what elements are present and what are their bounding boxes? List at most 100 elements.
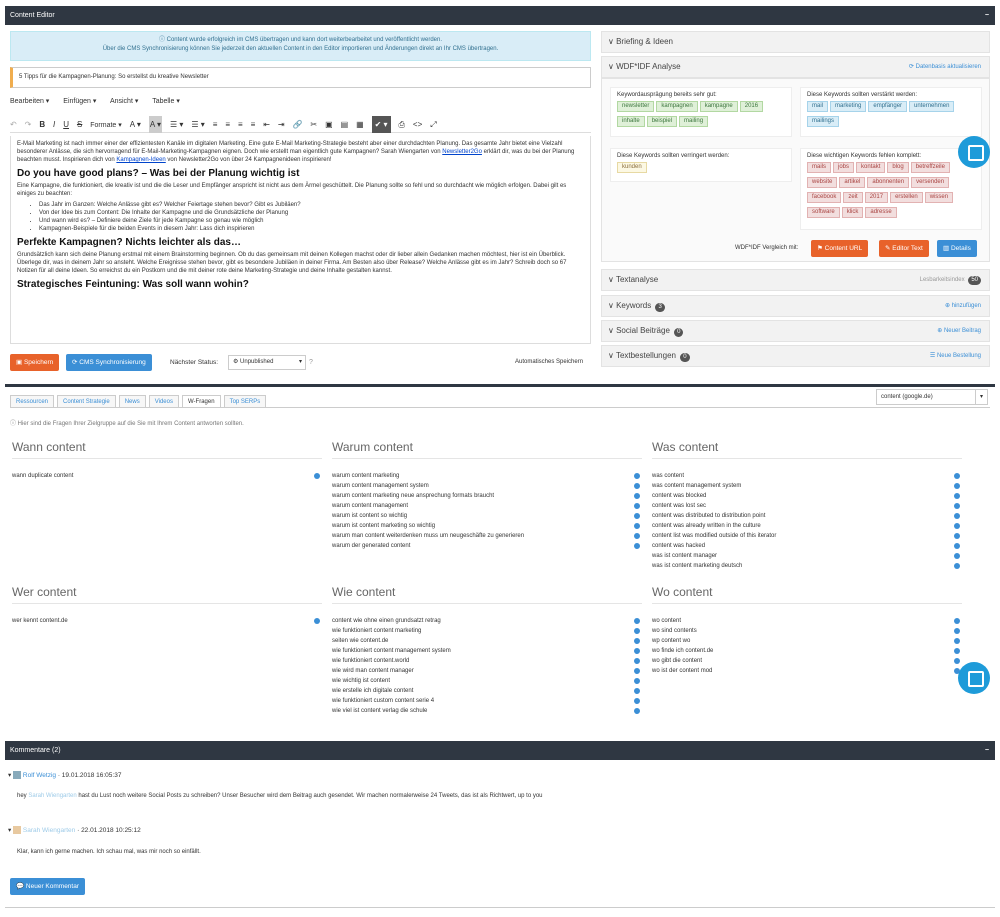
collapse-icon[interactable]: ▾ [8, 827, 11, 834]
question-item[interactable]: wie funktioniert content marketing [332, 626, 421, 636]
question-item[interactable]: was ist content manager [652, 551, 717, 561]
bold-icon[interactable]: B [39, 116, 45, 133]
underline-icon[interactable]: U [63, 116, 69, 133]
question-item[interactable]: warum ist content marketing so wichtig [332, 521, 435, 531]
collapse-icon[interactable]: ▾ [8, 772, 11, 779]
question-item[interactable]: warum content marketing [332, 471, 399, 481]
question-item[interactable]: content was already written in the cultu… [652, 521, 761, 531]
question-item[interactable]: seiten wie content.de [332, 636, 388, 646]
question-item[interactable]: warum content marketing neue ansprechung… [332, 491, 494, 501]
add-question-icon[interactable] [954, 473, 960, 479]
add-question-icon[interactable] [954, 618, 960, 624]
add-question-icon[interactable] [634, 513, 640, 519]
details-button[interactable]: ▥ Details [937, 240, 977, 257]
add-question-icon[interactable] [634, 688, 640, 694]
question-item[interactable]: content list was modified outside of thi… [652, 531, 776, 541]
question-item[interactable]: wo sind contents [652, 626, 697, 636]
formats-dropdown[interactable]: Formate ▾ [90, 117, 122, 134]
comment-author[interactable]: Rolf Wetzig [23, 772, 56, 779]
question-item[interactable]: content was lost sec [652, 501, 706, 511]
question-item[interactable]: wie erstelle ich digitale content [332, 686, 413, 696]
add-question-icon[interactable] [954, 553, 960, 559]
question-item[interactable]: wie wird man content manager [332, 666, 414, 676]
question-item[interactable]: wie funktioniert custom content serie 4 [332, 696, 434, 706]
question-item[interactable]: wo ist der content mod [652, 666, 712, 676]
textanalyse-accordion[interactable]: ∨ Textanalyse Lesbarkeitsindex 50 [601, 269, 990, 291]
add-question-icon[interactable] [634, 503, 640, 509]
add-question-icon[interactable] [634, 648, 640, 654]
new-comment-button[interactable]: 💬 Neuer Kommentar [10, 878, 86, 895]
add-question-icon[interactable] [634, 483, 640, 489]
question-item[interactable]: wp content wo [652, 636, 690, 646]
briefing-accordion[interactable]: ∨ Briefing & Ideen [601, 31, 990, 53]
mention[interactable]: Sarah Wiengarten [28, 793, 76, 799]
print-icon[interactable]: ⎙ [399, 116, 405, 133]
keywords-accordion[interactable]: ∨ Keywords 3 ⊕ hinzufügen [601, 295, 990, 317]
question-item[interactable]: wer kennt content.de [12, 616, 68, 626]
minimize-icon[interactable]: − [985, 741, 989, 760]
social-accordion[interactable]: ∨ Social Beiträge 0 ⊕ Neuer Beitrag [601, 320, 990, 342]
question-item[interactable]: content wie ohne einen grundsatzt retrag [332, 616, 441, 626]
add-question-icon[interactable] [634, 473, 640, 479]
question-item[interactable]: was content management system [652, 481, 741, 491]
link[interactable]: Kampagnen-Ideen [116, 157, 165, 163]
link-icon[interactable]: 🔗 [293, 116, 303, 133]
strikethrough-icon[interactable]: S [77, 116, 82, 133]
status-select[interactable]: ⚙ Unpublished ▾ [228, 355, 306, 370]
media-icon[interactable]: ▤ [341, 116, 349, 133]
image-icon[interactable]: ▣ [325, 116, 333, 133]
add-question-icon[interactable] [634, 638, 640, 644]
add-question-icon[interactable] [634, 628, 640, 634]
add-question-icon[interactable] [954, 533, 960, 539]
question-item[interactable]: warum ist content so wichtig [332, 511, 407, 521]
add-question-icon[interactable] [954, 503, 960, 509]
outdent-icon[interactable]: ⇤ [263, 116, 270, 133]
title-input[interactable]: 5 Tipps für die Kampagnen-Planung: So er… [10, 67, 591, 88]
wdf-accordion[interactable]: ∨ WDF*IDF Analyse ⟳ Datenbasis aktualisi… [601, 56, 990, 78]
question-item[interactable]: wann duplicate content [12, 471, 73, 481]
add-question-icon[interactable] [954, 483, 960, 489]
comment-author[interactable]: Sarah Wiengarten [23, 827, 75, 834]
add-question-icon[interactable] [954, 638, 960, 644]
add-question-icon[interactable] [954, 563, 960, 569]
add-question-icon[interactable] [954, 493, 960, 499]
add-question-icon[interactable] [634, 618, 640, 624]
undo-icon[interactable]: ↶ [10, 116, 17, 133]
question-item[interactable]: wo finde ich content.de [652, 646, 713, 656]
question-item[interactable]: warum content management [332, 501, 408, 511]
add-question-icon[interactable] [954, 658, 960, 664]
spellcheck-icon[interactable]: ✔ ▾ [371, 116, 391, 133]
bullet-list-icon[interactable]: ☰ ▾ [170, 116, 183, 133]
redo-icon[interactable]: ↷ [25, 116, 32, 133]
add-question-icon[interactable] [634, 523, 640, 529]
add-question-icon[interactable] [634, 668, 640, 674]
add-question-icon[interactable] [954, 523, 960, 529]
cms-sync-button[interactable]: ⟳ CMS Synchronisierung [66, 354, 152, 371]
italic-icon[interactable]: I [53, 116, 55, 133]
numbered-list-icon[interactable]: ☰ ▾ [191, 116, 204, 133]
chat-icon[interactable] [958, 662, 990, 694]
add-question-icon[interactable] [634, 658, 640, 664]
editor-body[interactable]: E-Mail Marketing ist nach immer einer de… [10, 136, 591, 344]
add-question-icon[interactable] [954, 513, 960, 519]
bg-color-icon[interactable]: A ▾ [148, 116, 162, 133]
question-item[interactable]: wie wichtig ist content [332, 676, 390, 686]
question-item[interactable]: content was distributed to distribution … [652, 511, 765, 521]
question-item[interactable]: warum der generated content [332, 541, 410, 551]
table-icon[interactable]: ▦ [356, 116, 364, 133]
align-left-icon[interactable]: ≡ [213, 116, 218, 133]
menu-table[interactable]: Tabelle ▾ [152, 98, 180, 105]
text-color-icon[interactable]: A ▾ [130, 116, 141, 133]
add-question-icon[interactable] [954, 648, 960, 654]
question-item[interactable]: warum man content weiterdenken muss um n… [332, 531, 524, 541]
menu-insert[interactable]: Einfügen ▾ [63, 98, 96, 105]
indent-icon[interactable]: ⇥ [278, 116, 285, 133]
align-right-icon[interactable]: ≡ [238, 116, 243, 133]
editor-text-button[interactable]: ✎ Editor Text [879, 240, 929, 257]
save-button[interactable]: ▣ Speichern [10, 354, 60, 371]
add-question-icon[interactable] [954, 543, 960, 549]
content-url-button[interactable]: ⚑ Content URL [811, 240, 869, 257]
question-item[interactable]: wie funktioniert content.world [332, 656, 409, 666]
align-center-icon[interactable]: ≡ [225, 116, 230, 133]
orders-accordion[interactable]: ∨ Textbestellungen 0 ☰ Neue Bestellung [601, 345, 990, 367]
